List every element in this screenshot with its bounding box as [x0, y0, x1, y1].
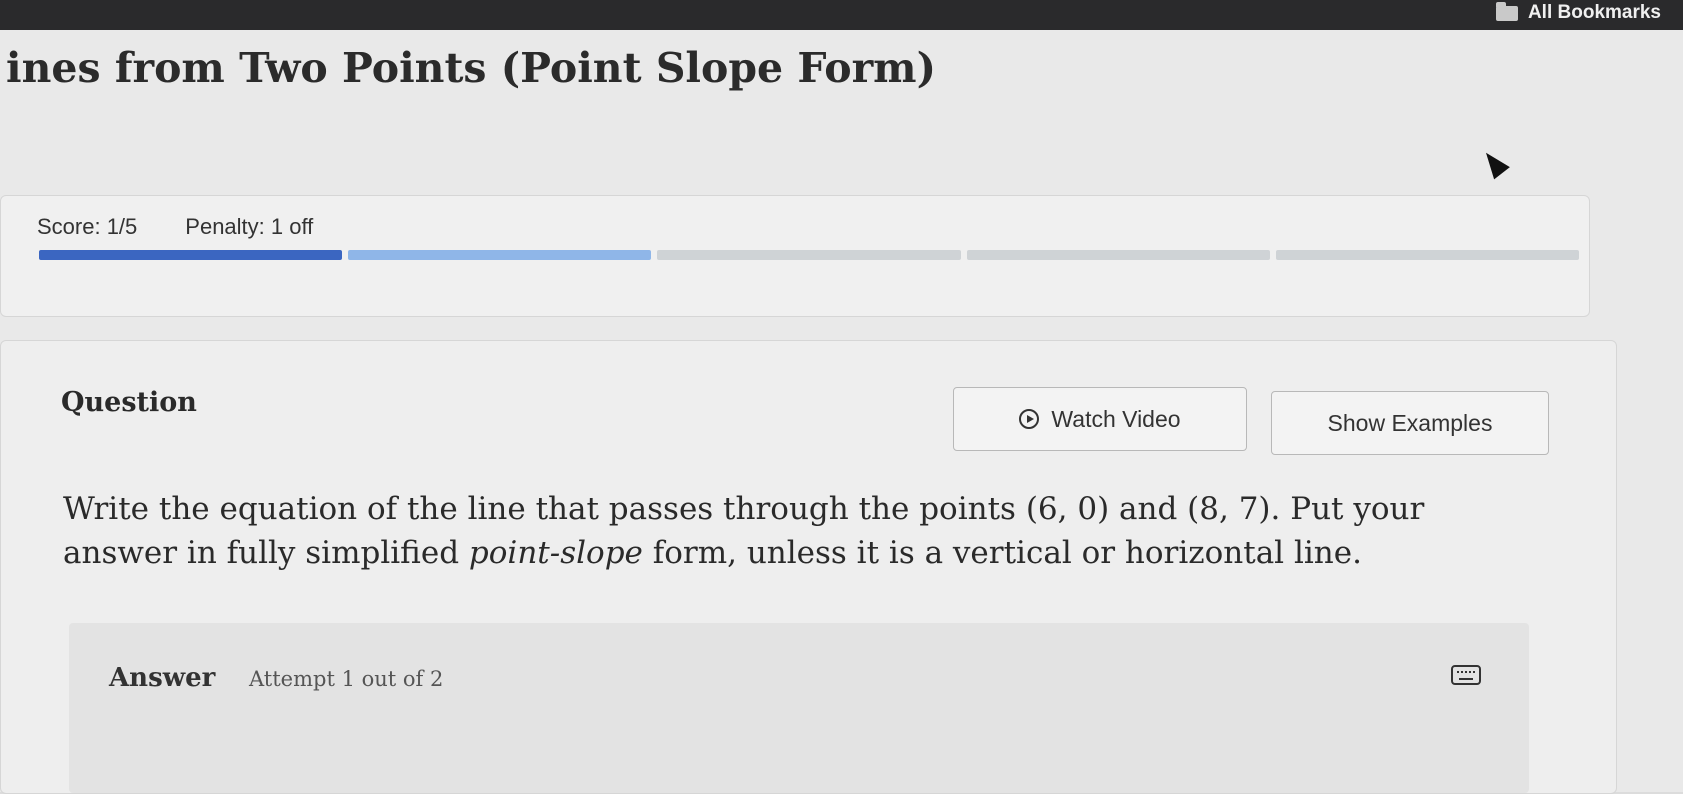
progress-segment: [348, 250, 652, 260]
point-2: (8, 7): [1187, 491, 1271, 527]
attempt-counter: Attempt 1 out of 2: [249, 667, 444, 691]
show-examples-button[interactable]: Show Examples: [1271, 391, 1549, 455]
point-1: (6, 0): [1025, 491, 1110, 527]
watch-video-label: Watch Video: [1051, 405, 1181, 432]
keyboard-icon[interactable]: [1451, 665, 1481, 685]
question-text-part: and: [1109, 491, 1188, 527]
show-examples-label: Show Examples: [1327, 409, 1493, 436]
question-text-part: form, unless it is a vertical or horizon…: [642, 535, 1362, 571]
all-bookmarks-button[interactable]: All Bookmarks: [1495, 1, 1661, 24]
all-bookmarks-label: All Bookmarks: [1527, 2, 1661, 23]
score-card: Score: 1/5 Penalty: 1 off: [0, 195, 1590, 317]
progress-segment: [966, 250, 1270, 260]
question-text-part: Write the equation of the line that pass…: [63, 491, 1026, 527]
page-title: ines from Two Points (Point Slope Form): [6, 44, 936, 92]
score-text: Score: 1/5: [37, 214, 138, 239]
progress-segment: [657, 250, 961, 260]
progress-bar: [39, 250, 1580, 264]
question-card: Question Watch Video Show Examples Write…: [0, 340, 1617, 794]
question-heading: Question: [61, 387, 197, 418]
browser-bookmarks-bar: All Bookmarks: [0, 0, 1683, 30]
emphasis-point-slope: point-slope: [468, 535, 643, 571]
progress-segment: [39, 250, 343, 260]
answer-label: Answer: [109, 663, 216, 693]
progress-segment: [1275, 250, 1580, 260]
watch-video-button[interactable]: Watch Video: [953, 387, 1247, 451]
answer-panel: Answer Attempt 1 out of 2: [69, 623, 1529, 793]
folder-icon: [1495, 1, 1518, 21]
play-icon: [1019, 409, 1040, 429]
penalty-text: Penalty: 1 off: [185, 214, 314, 239]
question-text: Write the equation of the line that pass…: [63, 487, 1543, 575]
